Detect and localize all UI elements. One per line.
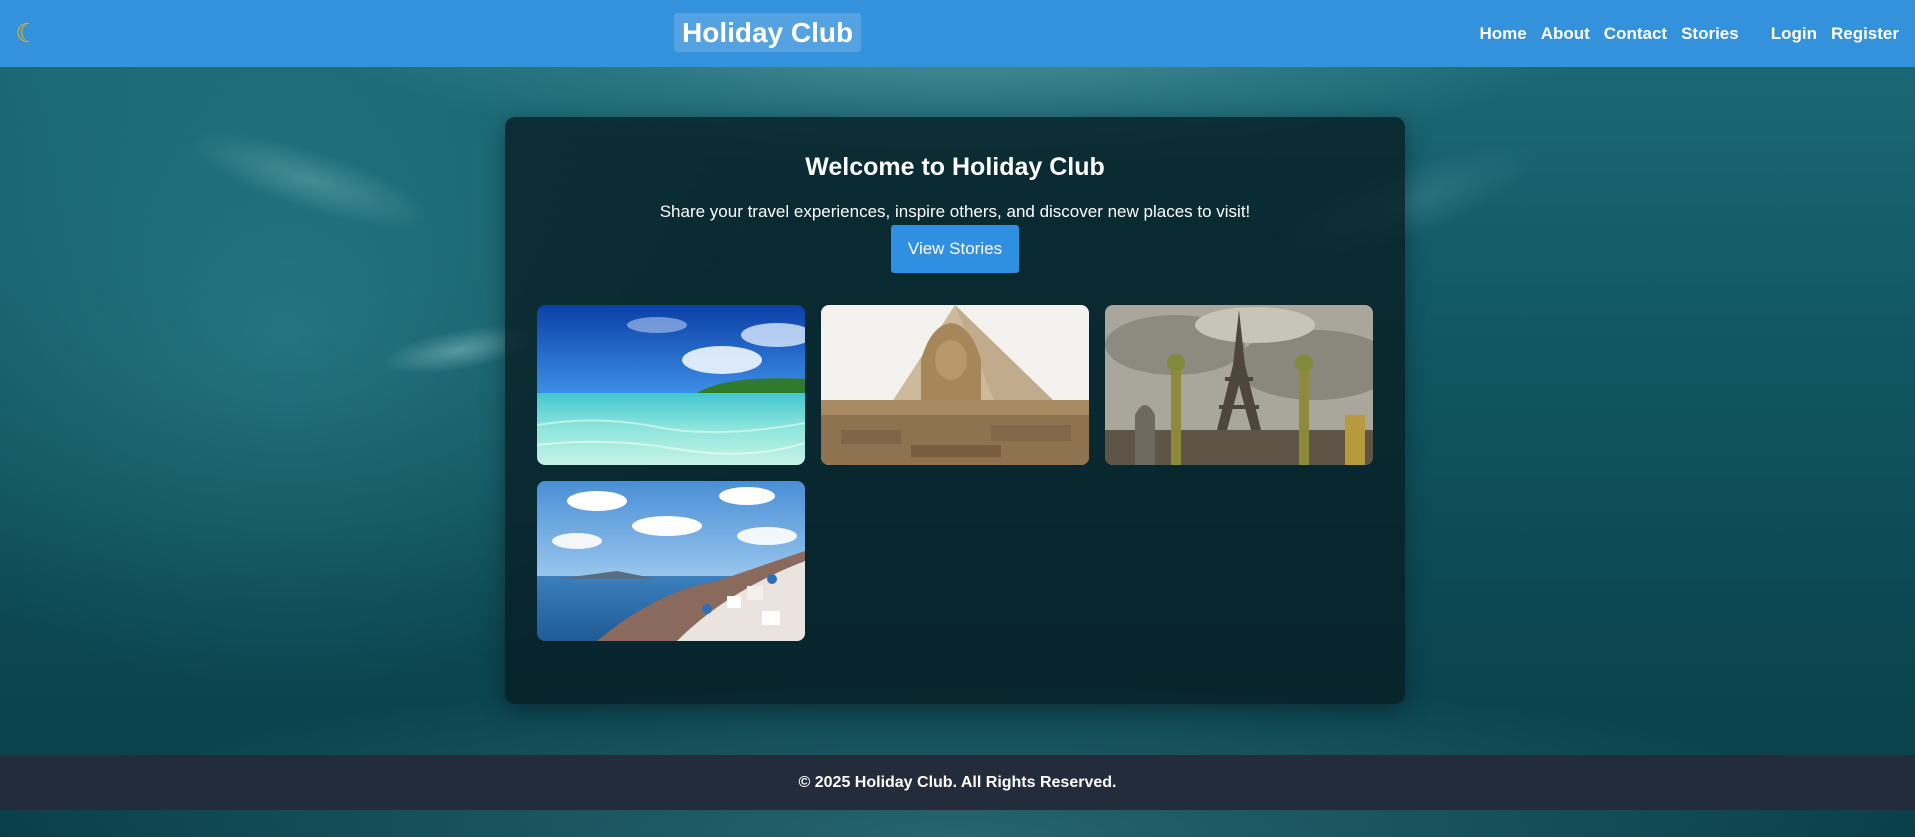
gallery-image-eiffel-tower[interactable] xyxy=(1105,305,1373,465)
page-title: Welcome to Holiday Club xyxy=(805,153,1105,181)
site-brand[interactable]: Holiday Club xyxy=(674,13,862,52)
view-stories-button[interactable]: View Stories xyxy=(891,225,1019,273)
gallery-image-sphinx[interactable] xyxy=(821,305,1089,465)
site-footer: © 2025 Holiday Club. All Rights Reserved… xyxy=(0,755,1915,810)
gallery-image-beach[interactable] xyxy=(537,305,805,465)
top-navbar: ☾ Holiday Club Home About Contact Storie… xyxy=(0,0,1915,67)
nav-stories-link[interactable]: Stories xyxy=(1681,24,1739,44)
nav-about-link[interactable]: About xyxy=(1541,24,1590,44)
welcome-card: Welcome to Holiday Club Share your trave… xyxy=(505,117,1405,704)
nav-register-link[interactable]: Register xyxy=(1831,24,1899,44)
gallery-image-santorini[interactable] xyxy=(537,481,805,641)
nav-login-link[interactable]: Login xyxy=(1771,24,1817,44)
nav-home-link[interactable]: Home xyxy=(1479,24,1526,44)
background-light xyxy=(177,111,443,249)
page-subtitle: Share your travel experiences, inspire o… xyxy=(659,202,1251,221)
moon-icon[interactable]: ☾ xyxy=(12,18,42,48)
main-nav: Home About Contact Stories Login Registe… xyxy=(1465,0,1899,67)
nav-contact-link[interactable]: Contact xyxy=(1604,24,1667,44)
